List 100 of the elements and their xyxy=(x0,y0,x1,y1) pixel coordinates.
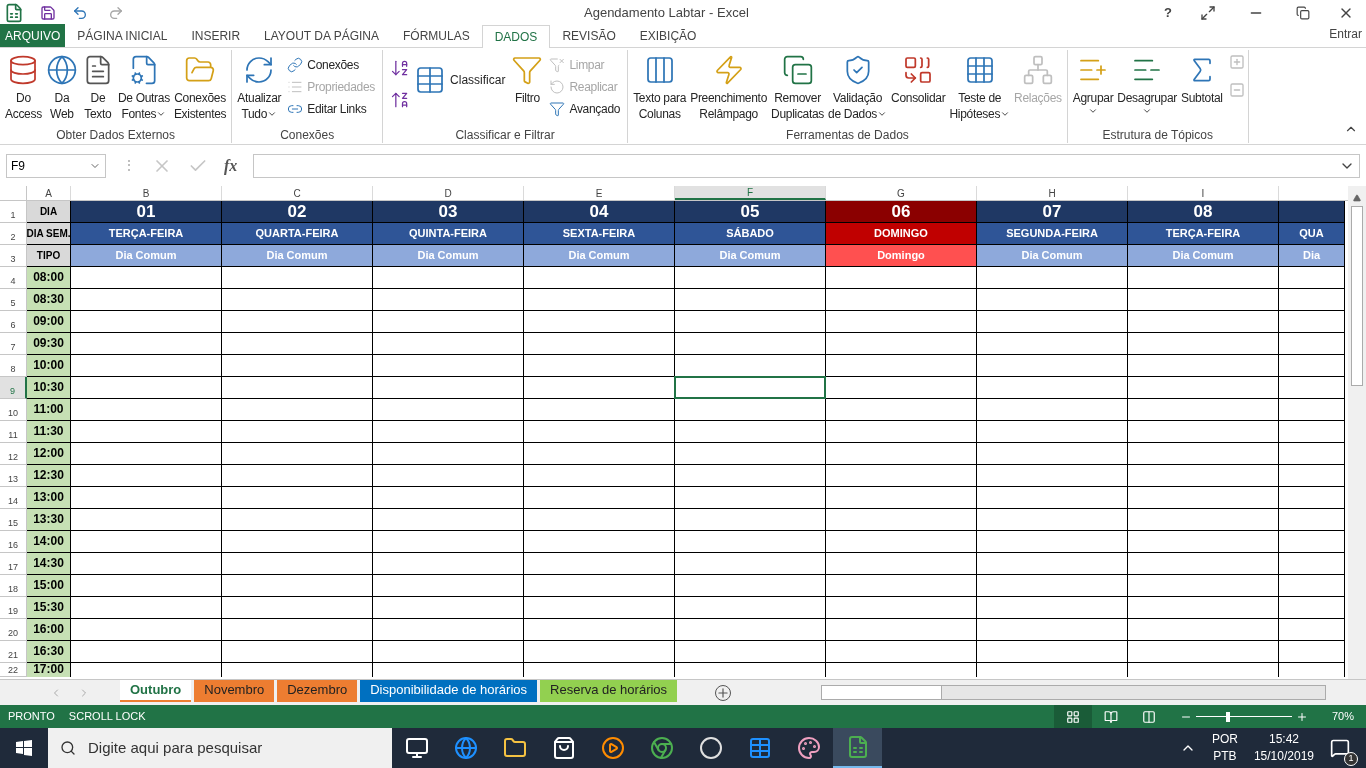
ribbon-button[interactable]: Agrupar xyxy=(1070,50,1116,128)
scroll-thumb[interactable] xyxy=(822,686,943,699)
column-header[interactable]: B xyxy=(71,186,222,200)
grid-cell[interactable] xyxy=(524,267,675,289)
grid-cell[interactable] xyxy=(977,333,1128,355)
grid-cell[interactable] xyxy=(373,355,524,377)
sheet-tab[interactable]: Dezembro xyxy=(277,680,358,702)
grid-cell[interactable] xyxy=(826,641,977,663)
grid-cell[interactable] xyxy=(1279,289,1345,311)
grid-cell[interactable] xyxy=(222,575,373,597)
grid-cell[interactable] xyxy=(373,597,524,619)
ribbon-button[interactable]: Desagrupar xyxy=(1115,50,1180,128)
zoom-level[interactable]: 70% xyxy=(1331,708,1354,725)
ribbon-button[interactable]: Validação de Dados xyxy=(826,50,890,128)
grid-cell[interactable] xyxy=(1279,509,1345,531)
ribbon-button[interactable]: Remover Duplicatas xyxy=(769,50,827,128)
ribbon-button[interactable]: Teste de Hipóteses xyxy=(947,50,1013,128)
grid-cell[interactable] xyxy=(675,509,826,531)
grid-cell[interactable] xyxy=(977,553,1128,575)
grid-cell[interactable] xyxy=(1279,333,1345,355)
grid-cell[interactable] xyxy=(675,465,826,487)
grid-cell[interactable] xyxy=(373,421,524,443)
grid-cell[interactable] xyxy=(675,553,826,575)
grid-cell[interactable] xyxy=(524,289,675,311)
grid-cell[interactable] xyxy=(222,267,373,289)
ribbon-tab[interactable]: FÓRMULAS xyxy=(391,24,482,47)
ribbon-button[interactable]: Preenchimento Relâmpago xyxy=(688,50,770,128)
grid-cell[interactable] xyxy=(222,333,373,355)
grid-cell[interactable] xyxy=(977,399,1128,421)
ribbon-tab[interactable]: EXIBIÇÃO xyxy=(627,24,709,47)
grid-cell[interactable] xyxy=(1128,597,1279,619)
grid-cell[interactable] xyxy=(1128,377,1279,399)
grid-cell[interactable] xyxy=(1128,421,1279,443)
notification-icon[interactable] xyxy=(1330,738,1350,758)
grid-cell[interactable] xyxy=(675,597,826,619)
grid-cell[interactable] xyxy=(1128,355,1279,377)
grid-cell[interactable] xyxy=(71,377,222,399)
grid-cell[interactable] xyxy=(1128,553,1279,575)
grid-cell[interactable] xyxy=(826,421,977,443)
horizontal-scrollbar[interactable] xyxy=(821,685,1327,700)
grid-cell[interactable] xyxy=(977,487,1128,509)
ribbon-small-button[interactable]: Conexões xyxy=(287,54,376,76)
ribbon-button[interactable]: Da Web xyxy=(43,50,80,128)
grid-cell[interactable] xyxy=(1128,465,1279,487)
selected-cell[interactable] xyxy=(674,376,826,399)
scroll-up-icon[interactable] xyxy=(1353,194,1361,202)
grid-cell[interactable] xyxy=(373,333,524,355)
undo-icon[interactable] xyxy=(72,4,88,21)
grid-cell[interactable] xyxy=(373,531,524,553)
grid-cell[interactable] xyxy=(71,421,222,443)
grid-cell[interactable] xyxy=(373,377,524,399)
grid-cell[interactable] xyxy=(1279,399,1345,421)
grid-cell[interactable] xyxy=(1279,421,1345,443)
grid-cell[interactable] xyxy=(826,355,977,377)
grid-cell[interactable] xyxy=(71,333,222,355)
grid-cell[interactable] xyxy=(1128,289,1279,311)
grid-cell[interactable] xyxy=(524,333,675,355)
grid-cell[interactable] xyxy=(977,619,1128,641)
column-header[interactable]: D xyxy=(373,186,524,200)
grid-cell[interactable] xyxy=(71,641,222,663)
grid-cell[interactable] xyxy=(71,597,222,619)
grid-cell[interactable] xyxy=(826,487,977,509)
grid-cell[interactable] xyxy=(675,531,826,553)
grid-cell[interactable] xyxy=(373,487,524,509)
sheet-tab[interactable]: Novembro xyxy=(194,680,275,702)
grid-cell[interactable] xyxy=(524,619,675,641)
grid-cell[interactable] xyxy=(1279,311,1345,333)
grid-cell[interactable] xyxy=(222,311,373,333)
grid-cell[interactable] xyxy=(373,575,524,597)
grid-cell[interactable] xyxy=(977,311,1128,333)
grid-cell[interactable] xyxy=(826,509,977,531)
grid-cell[interactable] xyxy=(1279,355,1345,377)
grid-cell[interactable] xyxy=(826,575,977,597)
ribbon-tab[interactable]: ARQUIVO xyxy=(0,24,66,47)
grid-cell[interactable] xyxy=(524,487,675,509)
sheet-tab[interactable]: Reserva de horários xyxy=(540,680,678,702)
grid-cell[interactable] xyxy=(977,377,1128,399)
grid-cell[interactable] xyxy=(1279,377,1345,399)
grid-cell[interactable] xyxy=(524,465,675,487)
grid-cell[interactable] xyxy=(1279,619,1345,641)
zoom-in-icon[interactable] xyxy=(1295,710,1308,723)
clock[interactable]: 15:42 15/10/2019 xyxy=(1253,731,1314,765)
grid-cell[interactable] xyxy=(675,443,826,465)
grid-cell[interactable] xyxy=(373,443,524,465)
grid-cell[interactable] xyxy=(71,399,222,421)
grid-cell[interactable] xyxy=(826,443,977,465)
grid-cell[interactable] xyxy=(826,619,977,641)
column-header[interactable]: H xyxy=(977,186,1128,200)
grid-cell[interactable] xyxy=(675,333,826,355)
grid-cell[interactable] xyxy=(524,399,675,421)
grid-cell[interactable] xyxy=(675,619,826,641)
grid-cell[interactable] xyxy=(524,553,675,575)
ribbon-tab[interactable]: LAYOUT DA PÁGINA xyxy=(252,24,391,47)
grid-cell[interactable] xyxy=(222,487,373,509)
grid-cell[interactable] xyxy=(71,553,222,575)
grid-cell[interactable] xyxy=(977,267,1128,289)
column-header[interactable]: I xyxy=(1128,186,1279,200)
grid-cell[interactable] xyxy=(222,619,373,641)
grid-cell[interactable] xyxy=(71,267,222,289)
grid-cell[interactable] xyxy=(222,355,373,377)
